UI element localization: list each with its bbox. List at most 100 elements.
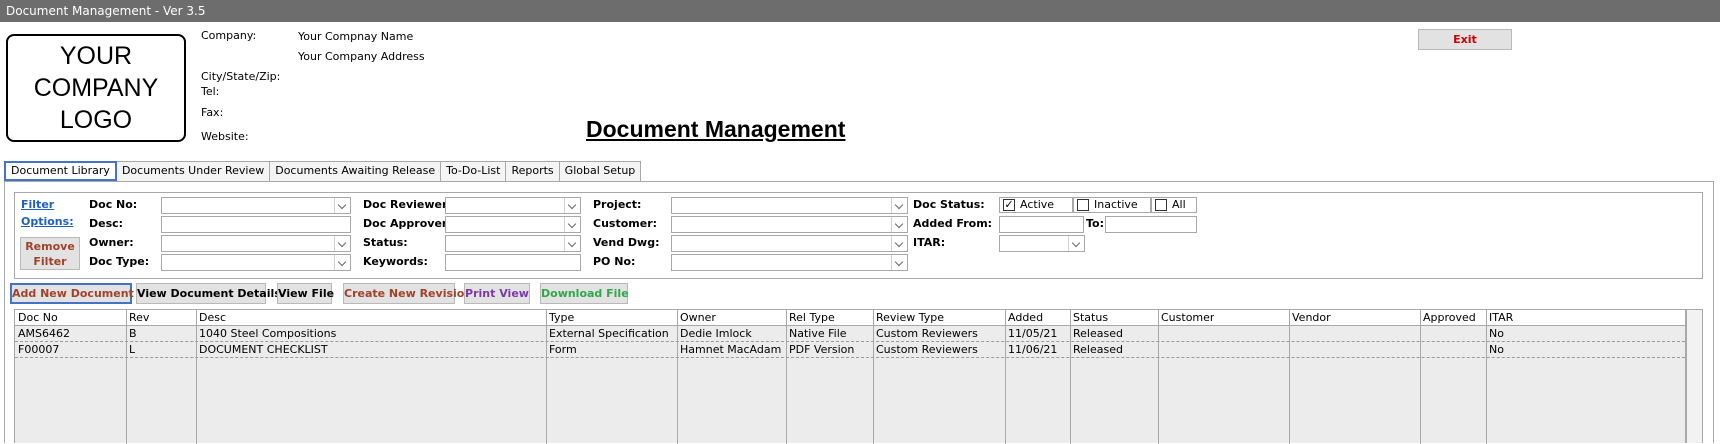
doc-no-label: Doc No:: [89, 198, 138, 211]
logo-line-1: YOUR: [59, 42, 133, 70]
add-new-document-button[interactable]: Add New Document: [10, 283, 134, 304]
chevron-down-icon[interactable]: [891, 255, 907, 270]
doc-approver-label: Doc Approver:: [363, 217, 452, 230]
page-title: Document Management: [586, 116, 846, 142]
desc-input[interactable]: [161, 216, 351, 233]
column-header-customer[interactable]: Customer: [1158, 310, 1214, 326]
column-header-approved[interactable]: Approved: [1420, 310, 1476, 326]
po-no-label: PO No:: [593, 255, 636, 268]
tab-reports[interactable]: Reports: [505, 161, 560, 181]
checkbox-checked-icon: ✓: [1003, 198, 1015, 211]
cell-doc-no: F00007: [18, 343, 60, 356]
cell-review-type: Custom Reviewers: [876, 327, 978, 340]
view-document-details-button[interactable]: View Document Details: [136, 283, 281, 304]
chevron-down-icon[interactable]: [891, 236, 907, 251]
chevron-down-icon[interactable]: [334, 198, 350, 213]
cell-rev: B: [129, 327, 137, 340]
owner-combo[interactable]: [161, 235, 351, 252]
remove-filter-button[interactable]: Remove Filter: [20, 237, 80, 270]
cell-status: Released: [1073, 327, 1123, 340]
company-address: Your Company Address: [298, 50, 425, 63]
exit-button[interactable]: Exit: [1418, 29, 1512, 50]
chevron-down-icon[interactable]: [334, 236, 350, 251]
column-header-rel-type[interactable]: Rel Type: [786, 310, 835, 326]
cell-rel-type: PDF Version: [789, 343, 855, 356]
cell-desc: 1040 Steel Compositions: [199, 327, 337, 340]
to-label: To:: [1086, 217, 1104, 230]
cell-itar: No: [1489, 327, 1504, 340]
table-row[interactable]: F00007 L DOCUMENT CHECKLIST Form Hamnet …: [15, 342, 1685, 358]
cell-owner: Hamnet MacAdam: [680, 343, 782, 356]
status-inactive-checkbox[interactable]: Inactive: [1073, 197, 1151, 213]
column-header-status[interactable]: Status: [1070, 310, 1108, 326]
cell-review-type: Custom Reviewers: [876, 343, 978, 356]
chevron-down-icon[interactable]: [891, 198, 907, 213]
status-active-checkbox[interactable]: ✓ Active: [999, 197, 1073, 213]
owner-label: Owner:: [89, 236, 134, 249]
column-header-rev[interactable]: Rev: [126, 310, 149, 326]
column-header-type[interactable]: Type: [546, 310, 574, 326]
website-label: Website:: [201, 130, 249, 143]
download-file-button[interactable]: Download File: [540, 283, 629, 304]
column-header-owner[interactable]: Owner: [677, 310, 716, 326]
doc-no-combo[interactable]: [161, 197, 351, 214]
keywords-label: Keywords:: [363, 255, 428, 268]
chevron-down-icon[interactable]: [891, 217, 907, 232]
cell-doc-no: AMS6462: [18, 327, 70, 340]
column-header-review-type[interactable]: Review Type: [873, 310, 944, 326]
filter-panel: Filter Options: Remove Filter Doc No: De…: [14, 192, 1703, 279]
create-new-revision-button[interactable]: Create New Revision: [343, 283, 472, 304]
tab-documents-awaiting-release[interactable]: Documents Awaiting Release: [269, 161, 442, 181]
column-header-itar[interactable]: ITAR: [1486, 310, 1513, 326]
column-header-added[interactable]: Added: [1005, 310, 1043, 326]
chevron-down-icon[interactable]: [564, 236, 580, 251]
tab-global-setup[interactable]: Global Setup: [558, 161, 642, 181]
view-file-button[interactable]: View File: [277, 283, 334, 304]
doc-reviewer-combo[interactable]: [445, 197, 581, 214]
print-view-button[interactable]: Print View: [464, 283, 530, 304]
po-no-combo[interactable]: [671, 254, 908, 271]
keywords-input[interactable]: [445, 254, 581, 271]
cell-owner: Dedie Imlock: [680, 327, 752, 340]
chevron-down-icon[interactable]: [564, 217, 580, 232]
status-inactive-label: Inactive: [1094, 198, 1138, 211]
table-row[interactable]: AMS6462 B 1040 Steel Compositions Extern…: [15, 326, 1685, 342]
company-label: Company:: [201, 29, 257, 42]
customer-label: Customer:: [593, 217, 658, 230]
tel-label: Tel:: [201, 85, 220, 98]
added-from-input[interactable]: [999, 216, 1084, 233]
table-scrollbar[interactable]: [1686, 309, 1703, 443]
customer-combo[interactable]: [671, 216, 908, 233]
column-header-desc[interactable]: Desc: [196, 310, 226, 326]
chevron-down-icon[interactable]: [564, 198, 580, 213]
logo-line-3: LOGO: [59, 106, 133, 134]
cell-rev: L: [129, 343, 136, 356]
desc-label: Desc:: [89, 217, 124, 230]
chevron-down-icon[interactable]: [334, 255, 350, 270]
project-combo[interactable]: [671, 197, 908, 214]
checkbox-empty-icon: [1077, 199, 1089, 211]
project-label: Project:: [593, 198, 642, 211]
added-to-input[interactable]: [1105, 216, 1197, 233]
logo-line-2: COMPANY: [33, 74, 159, 102]
company-logo: YOUR COMPANY LOGO: [6, 34, 186, 142]
checkbox-empty-icon: [1155, 199, 1167, 211]
tab-documents-under-review[interactable]: Documents Under Review: [115, 161, 271, 181]
doc-type-combo[interactable]: [161, 254, 351, 271]
remove-filter-line-2: Filter: [33, 255, 67, 268]
column-header-vendor[interactable]: Vendor: [1289, 310, 1331, 326]
chevron-down-icon[interactable]: [1068, 236, 1084, 251]
doc-approver-combo[interactable]: [445, 216, 581, 233]
tab-to-do-list[interactable]: To-Do-List: [440, 161, 507, 181]
filter-link-line-2: Options:: [21, 215, 74, 228]
tab-document-library[interactable]: Document Library: [4, 161, 117, 181]
itar-combo[interactable]: [999, 235, 1085, 252]
status-combo[interactable]: [445, 235, 581, 252]
vend-dwg-combo[interactable]: [671, 235, 908, 252]
column-header-doc-no[interactable]: Doc No: [15, 310, 58, 326]
filter-options-link[interactable]: Filter Options:: [21, 196, 74, 230]
fax-label: Fax:: [201, 106, 224, 119]
status-all-checkbox[interactable]: All: [1151, 197, 1197, 213]
cell-type: External Specification: [549, 327, 669, 340]
added-from-label: Added From:: [913, 217, 993, 230]
